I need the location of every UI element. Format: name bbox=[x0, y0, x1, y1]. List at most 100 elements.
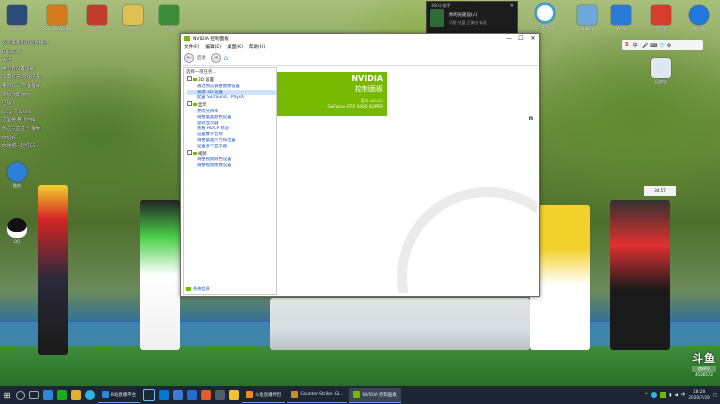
notification-icon[interactable]: ▢ bbox=[713, 393, 717, 398]
nvidia-banner: NVIDIA 控制面板 版本 445.87 GeForce GTX 1660 S… bbox=[277, 72, 387, 116]
folder-icon bbox=[123, 5, 143, 25]
pinned-app-icon[interactable] bbox=[57, 390, 67, 400]
menu-file[interactable]: 文件(F) bbox=[184, 44, 199, 50]
desktop-icon[interactable]: 应用 bbox=[648, 5, 674, 32]
window-titlebar[interactable]: NVIDIA 控制面板 — ☐ ✕ bbox=[181, 34, 539, 43]
desktop-icon[interactable]: 回收站 bbox=[648, 58, 674, 85]
ime-icon[interactable]: 中 bbox=[681, 392, 685, 398]
desktop-icon[interactable]: QQ bbox=[4, 218, 30, 244]
banner-brand: NVIDIA bbox=[351, 74, 383, 83]
desktop-icon-label: WPS bbox=[616, 26, 626, 31]
tray-app-icon[interactable] bbox=[651, 392, 658, 398]
computer-icon bbox=[577, 5, 597, 25]
taskbar-app[interactable]: 斗鱼直播伴侣 bbox=[241, 388, 286, 403]
pinned-app-icon[interactable] bbox=[43, 390, 53, 400]
desktop-icon[interactable]: 酷狗 bbox=[4, 162, 30, 189]
tree-item[interactable]: 调整视频图像设置 bbox=[187, 163, 276, 169]
network-icon[interactable]: ▮ bbox=[669, 393, 671, 398]
desktop-icon[interactable]: Counter-Strike bbox=[43, 5, 71, 31]
chat-line: 楼上有设置再删 bbox=[2, 66, 35, 72]
tree-category-3d[interactable]: 3D 设置 bbox=[187, 76, 276, 84]
desktop-icon-label: 酷狗 bbox=[13, 183, 21, 188]
app-icon bbox=[291, 391, 299, 398]
app-icon bbox=[651, 5, 671, 25]
sogou-icon: S bbox=[625, 42, 629, 48]
home-icon[interactable]: ⌂ bbox=[224, 54, 228, 62]
window-title: NVIDIA 控制面板 bbox=[193, 36, 229, 42]
chat-line: 设置打开 游戏已开... bbox=[2, 75, 45, 81]
pinned-app-icon[interactable] bbox=[186, 390, 197, 400]
chat-line: 你请把一起打CS bbox=[2, 144, 36, 150]
pinned-app-icon[interactable] bbox=[85, 390, 95, 400]
tree-category-display[interactable]: 显示 bbox=[187, 101, 276, 109]
taskbar-app[interactable]: B站直播平台 bbox=[98, 388, 140, 403]
chat-line: 已加入 bbox=[2, 101, 16, 107]
tray-app-icon[interactable] bbox=[660, 392, 667, 398]
chevron-up-icon[interactable]: ^ bbox=[644, 393, 648, 398]
chat-line: 欢迎来到小灯的直播间 bbox=[2, 41, 48, 46]
pinned-app-icon[interactable] bbox=[172, 390, 183, 400]
app-icon bbox=[47, 5, 67, 25]
collapse-icon[interactable] bbox=[187, 101, 192, 107]
content-pane: NVIDIA 控制面板 版本 445.87 GeForce GTX 1660 S… bbox=[277, 67, 537, 293]
desktop-icon[interactable]: 应用 bbox=[84, 5, 110, 32]
desktop-icon[interactable]: 计算机 bbox=[574, 5, 600, 32]
desktop-icon[interactable]: WPS bbox=[608, 5, 634, 31]
chat-line: 关注 bbox=[2, 58, 12, 64]
grass-field bbox=[0, 346, 720, 386]
desktop-icon-label: 应用 bbox=[93, 26, 101, 31]
douyu-logo: 斗鱼 bbox=[692, 352, 716, 365]
desktop-icon[interactable]: 百度网盘 bbox=[532, 3, 558, 30]
collapse-icon[interactable] bbox=[187, 76, 192, 81]
pinned-app-icon[interactable] bbox=[214, 390, 225, 400]
desktop-icon[interactable]: CSGO bbox=[4, 5, 30, 31]
toast-subtitle: 可能 光盘 已弹出 标准 bbox=[449, 20, 487, 25]
nvidia-control-panel-window[interactable]: NVIDIA 控制面板 — ☐ ✕ 文件(F) 编辑(E) 桌面(K) 帮助(H… bbox=[180, 33, 540, 297]
back-arrow-icon[interactable]: ← bbox=[184, 53, 194, 63]
pinned-app-icon[interactable] bbox=[71, 390, 81, 400]
douyu-watermark: 斗鱼 房间号 4536572 bbox=[692, 350, 716, 377]
pinned-app-icon[interactable] bbox=[158, 390, 169, 400]
task-tree-header: 选择一项任务... bbox=[186, 70, 217, 75]
chat-line: 重新开一次 准备好 bbox=[2, 83, 41, 89]
desktop-icon-label: 回收站 bbox=[655, 79, 667, 84]
banner-version: 版本 445.87 bbox=[360, 98, 383, 103]
clock[interactable]: 18:28 2020/7/29 bbox=[688, 389, 709, 401]
chat-line: DIII_ID 1 bbox=[2, 49, 22, 55]
taskbar-app[interactable]: Counter-Strike: Gl... bbox=[287, 388, 348, 403]
close-icon[interactable]: ✕ bbox=[510, 3, 514, 9]
browser-icon bbox=[689, 5, 709, 25]
tree-category-video[interactable]: 视频 bbox=[187, 149, 276, 158]
recycle-bin-icon bbox=[651, 58, 671, 78]
close-button[interactable]: ✕ bbox=[527, 34, 539, 43]
notification-toast[interactable]: 360小助手 ✕ 你的光驱设(√) 可能 光盘 已弹出 标准 bbox=[426, 1, 518, 35]
desktop-icon[interactable]: 活动 bbox=[156, 5, 182, 32]
desktop-icon[interactable]: 浏览器 bbox=[686, 5, 712, 32]
menu-edit[interactable]: 编辑(E) bbox=[205, 44, 221, 50]
desktop-icon-label: 应用 bbox=[657, 26, 665, 31]
pinned-app-icon[interactable] bbox=[228, 390, 239, 400]
app-icon bbox=[7, 5, 27, 25]
maximize-button[interactable]: ☐ bbox=[515, 34, 527, 43]
collapse-icon[interactable] bbox=[187, 149, 192, 155]
desktop-icon-label: 文档 bbox=[129, 26, 137, 31]
qq-penguin-icon bbox=[7, 218, 27, 238]
desktop-icon-label: 百度网盘 bbox=[537, 24, 553, 29]
menu-desktop[interactable]: 桌面(K) bbox=[227, 44, 243, 50]
menu-help[interactable]: 帮助(H) bbox=[249, 44, 265, 50]
pinned-app-icon[interactable] bbox=[200, 390, 211, 400]
search-icon[interactable] bbox=[16, 390, 25, 400]
desktop-icon-label: CSGO bbox=[11, 26, 23, 31]
ime-toolbar[interactable]: S 中 · 🎤 ⌨ 👕 ⚙ bbox=[622, 40, 703, 50]
desktop-right-label: 34:57 bbox=[644, 186, 676, 196]
system-info-link[interactable]: 系统信息 bbox=[186, 286, 210, 292]
back-label[interactable]: 后退 bbox=[197, 55, 206, 61]
desktop-icon[interactable]: 文档 bbox=[120, 5, 146, 32]
forward-arrow-icon[interactable]: → bbox=[210, 53, 221, 63]
task-view-icon[interactable] bbox=[29, 391, 39, 399]
start-icon[interactable]: ⊞ bbox=[0, 386, 14, 404]
minimize-button[interactable]: — bbox=[503, 34, 515, 43]
taskbar-app-active[interactable]: NVIDIA 控制面板 bbox=[349, 387, 401, 403]
pinned-app-icon[interactable] bbox=[142, 389, 155, 401]
volume-icon[interactable]: ◀ bbox=[675, 393, 678, 398]
